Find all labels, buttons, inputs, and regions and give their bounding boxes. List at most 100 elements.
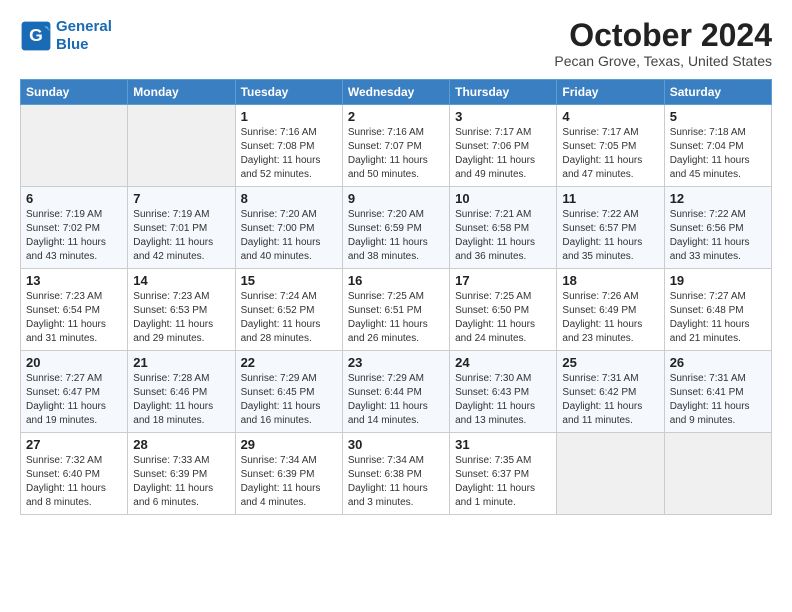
- day-number-2: 2: [348, 109, 444, 124]
- cell-info-20: Sunrise: 7:27 AMSunset: 6:47 PMDaylight:…: [26, 372, 122, 428]
- day-number-25: 25: [562, 355, 658, 370]
- day-number-20: 20: [26, 355, 122, 370]
- logo-text: General Blue: [56, 18, 112, 54]
- calendar-cell-w4-d1: 20 Sunrise: 7:27 AMSunset: 6:47 PMDayligh…: [21, 351, 128, 433]
- calendar-cell-w2-d4: 9 Sunrise: 7:20 AMSunset: 6:59 PMDaylight…: [342, 187, 449, 269]
- day-number-6: 6: [26, 191, 122, 206]
- header: G General Blue October 2024 Pecan Grove,…: [20, 18, 772, 69]
- calendar-cell-w5-d7: [664, 433, 771, 515]
- header-sunday: Sunday: [21, 80, 128, 105]
- cell-info-3: Sunrise: 7:17 AMSunset: 7:06 PMDaylight:…: [455, 126, 551, 182]
- cell-info-28: Sunrise: 7:33 AMSunset: 6:39 PMDaylight:…: [133, 454, 229, 510]
- calendar-cell-w3-d1: 13 Sunrise: 7:23 AMSunset: 6:54 PMDayligh…: [21, 269, 128, 351]
- day-number-27: 27: [26, 437, 122, 452]
- cell-info-12: Sunrise: 7:22 AMSunset: 6:56 PMDaylight:…: [670, 208, 766, 264]
- header-tuesday: Tuesday: [235, 80, 342, 105]
- calendar-cell-w1-d3: 1Sunrise: 7:16 AMSunset: 7:08 PMDaylight…: [235, 105, 342, 187]
- day-number-3: 3: [455, 109, 551, 124]
- day-number-31: 31: [455, 437, 551, 452]
- day-number-9: 9: [348, 191, 444, 206]
- calendar-cell-w1-d6: 4Sunrise: 7:17 AMSunset: 7:05 PMDaylight…: [557, 105, 664, 187]
- day-number-16: 16: [348, 273, 444, 288]
- calendar-cell-w5-d4: 30 Sunrise: 7:34 AMSunset: 6:38 PMDayligh…: [342, 433, 449, 515]
- header-friday: Friday: [557, 80, 664, 105]
- cell-info-30: Sunrise: 7:34 AMSunset: 6:38 PMDaylight:…: [348, 454, 444, 510]
- calendar-cell-w4-d2: 21 Sunrise: 7:28 AMSunset: 6:46 PMDayligh…: [128, 351, 235, 433]
- day-number-10: 10: [455, 191, 551, 206]
- logo-icon: G: [20, 20, 52, 52]
- calendar-week-3: 13 Sunrise: 7:23 AMSunset: 6:54 PMDayligh…: [21, 269, 772, 351]
- day-number-22: 22: [241, 355, 337, 370]
- day-number-24: 24: [455, 355, 551, 370]
- cell-info-9: Sunrise: 7:20 AMSunset: 6:59 PMDaylight:…: [348, 208, 444, 264]
- calendar-cell-w5-d6: [557, 433, 664, 515]
- calendar-cell-w5-d2: 28 Sunrise: 7:33 AMSunset: 6:39 PMDayligh…: [128, 433, 235, 515]
- calendar-header-row: Sunday Monday Tuesday Wednesday Thursday…: [21, 80, 772, 105]
- header-thursday: Thursday: [450, 80, 557, 105]
- header-saturday: Saturday: [664, 80, 771, 105]
- day-number-4: 4: [562, 109, 658, 124]
- cell-info-7: Sunrise: 7:19 AMSunset: 7:01 PMDaylight:…: [133, 208, 229, 264]
- cell-info-24: Sunrise: 7:30 AMSunset: 6:43 PMDaylight:…: [455, 372, 551, 428]
- day-number-14: 14: [133, 273, 229, 288]
- calendar-cell-w2-d2: 7 Sunrise: 7:19 AMSunset: 7:01 PMDaylight…: [128, 187, 235, 269]
- calendar-week-4: 20 Sunrise: 7:27 AMSunset: 6:47 PMDayligh…: [21, 351, 772, 433]
- page: G General Blue October 2024 Pecan Grove,…: [0, 0, 792, 533]
- title-block: October 2024 Pecan Grove, Texas, United …: [554, 18, 772, 69]
- day-number-11: 11: [562, 191, 658, 206]
- calendar-cell-w2-d5: 10Sunrise: 7:21 AMSunset: 6:58 PMDayligh…: [450, 187, 557, 269]
- day-number-1: 1: [241, 109, 337, 124]
- location: Pecan Grove, Texas, United States: [554, 53, 772, 69]
- cell-info-15: Sunrise: 7:24 AMSunset: 6:52 PMDaylight:…: [241, 290, 337, 346]
- calendar-cell-w2-d7: 12Sunrise: 7:22 AMSunset: 6:56 PMDayligh…: [664, 187, 771, 269]
- cell-info-6: Sunrise: 7:19 AMSunset: 7:02 PMDaylight:…: [26, 208, 122, 264]
- day-number-18: 18: [562, 273, 658, 288]
- calendar-cell-w2-d6: 11 Sunrise: 7:22 AMSunset: 6:57 PMDayligh…: [557, 187, 664, 269]
- day-number-17: 17: [455, 273, 551, 288]
- cell-info-5: Sunrise: 7:18 AMSunset: 7:04 PMDaylight:…: [670, 126, 766, 182]
- cell-info-22: Sunrise: 7:29 AMSunset: 6:45 PMDaylight:…: [241, 372, 337, 428]
- day-number-21: 21: [133, 355, 229, 370]
- cell-info-27: Sunrise: 7:32 AMSunset: 6:40 PMDaylight:…: [26, 454, 122, 510]
- day-number-13: 13: [26, 273, 122, 288]
- cell-info-25: Sunrise: 7:31 AMSunset: 6:42 PMDaylight:…: [562, 372, 658, 428]
- logo-line1: General: [56, 18, 112, 35]
- calendar-cell-w3-d6: 18Sunrise: 7:26 AMSunset: 6:49 PMDayligh…: [557, 269, 664, 351]
- day-number-19: 19: [670, 273, 766, 288]
- cell-info-14: Sunrise: 7:23 AMSunset: 6:53 PMDaylight:…: [133, 290, 229, 346]
- calendar-cell-w4-d3: 22 Sunrise: 7:29 AMSunset: 6:45 PMDayligh…: [235, 351, 342, 433]
- cell-info-13: Sunrise: 7:23 AMSunset: 6:54 PMDaylight:…: [26, 290, 122, 346]
- calendar-cell-w2-d3: 8Sunrise: 7:20 AMSunset: 7:00 PMDaylight…: [235, 187, 342, 269]
- calendar-cell-w1-d2: [128, 105, 235, 187]
- cell-info-26: Sunrise: 7:31 AMSunset: 6:41 PMDaylight:…: [670, 372, 766, 428]
- calendar-cell-w4-d4: 23 Sunrise: 7:29 AMSunset: 6:44 PMDayligh…: [342, 351, 449, 433]
- header-monday: Monday: [128, 80, 235, 105]
- month-title: October 2024: [554, 18, 772, 53]
- cell-info-21: Sunrise: 7:28 AMSunset: 6:46 PMDaylight:…: [133, 372, 229, 428]
- cell-info-11: Sunrise: 7:22 AMSunset: 6:57 PMDaylight:…: [562, 208, 658, 264]
- calendar-cell-w3-d5: 17Sunrise: 7:25 AMSunset: 6:50 PMDayligh…: [450, 269, 557, 351]
- calendar-cell-w1-d4: 2 Sunrise: 7:16 AMSunset: 7:07 PMDaylight…: [342, 105, 449, 187]
- day-number-26: 26: [670, 355, 766, 370]
- header-wednesday: Wednesday: [342, 80, 449, 105]
- cell-info-2: Sunrise: 7:16 AMSunset: 7:07 PMDaylight:…: [348, 126, 444, 182]
- calendar-cell-w1-d7: 5Sunrise: 7:18 AMSunset: 7:04 PMDaylight…: [664, 105, 771, 187]
- svg-text:G: G: [29, 25, 43, 45]
- calendar-table: Sunday Monday Tuesday Wednesday Thursday…: [20, 79, 772, 515]
- logo-line2: Blue: [56, 36, 89, 53]
- calendar-cell-w1-d1: [21, 105, 128, 187]
- day-number-30: 30: [348, 437, 444, 452]
- calendar-cell-w5-d3: 29Sunrise: 7:34 AMSunset: 6:39 PMDayligh…: [235, 433, 342, 515]
- calendar-cell-w3-d4: 16 Sunrise: 7:25 AMSunset: 6:51 PMDayligh…: [342, 269, 449, 351]
- calendar-cell-w4-d5: 24 Sunrise: 7:30 AMSunset: 6:43 PMDayligh…: [450, 351, 557, 433]
- day-number-7: 7: [133, 191, 229, 206]
- day-number-28: 28: [133, 437, 229, 452]
- calendar-cell-w2-d1: 6 Sunrise: 7:19 AMSunset: 7:02 PMDaylight…: [21, 187, 128, 269]
- cell-info-19: Sunrise: 7:27 AMSunset: 6:48 PMDaylight:…: [670, 290, 766, 346]
- cell-info-16: Sunrise: 7:25 AMSunset: 6:51 PMDaylight:…: [348, 290, 444, 346]
- calendar-cell-w4-d6: 25 Sunrise: 7:31 AMSunset: 6:42 PMDayligh…: [557, 351, 664, 433]
- cell-info-23: Sunrise: 7:29 AMSunset: 6:44 PMDaylight:…: [348, 372, 444, 428]
- day-number-23: 23: [348, 355, 444, 370]
- calendar-cell-w3-d3: 15Sunrise: 7:24 AMSunset: 6:52 PMDayligh…: [235, 269, 342, 351]
- cell-info-29: Sunrise: 7:34 AMSunset: 6:39 PMDaylight:…: [241, 454, 337, 510]
